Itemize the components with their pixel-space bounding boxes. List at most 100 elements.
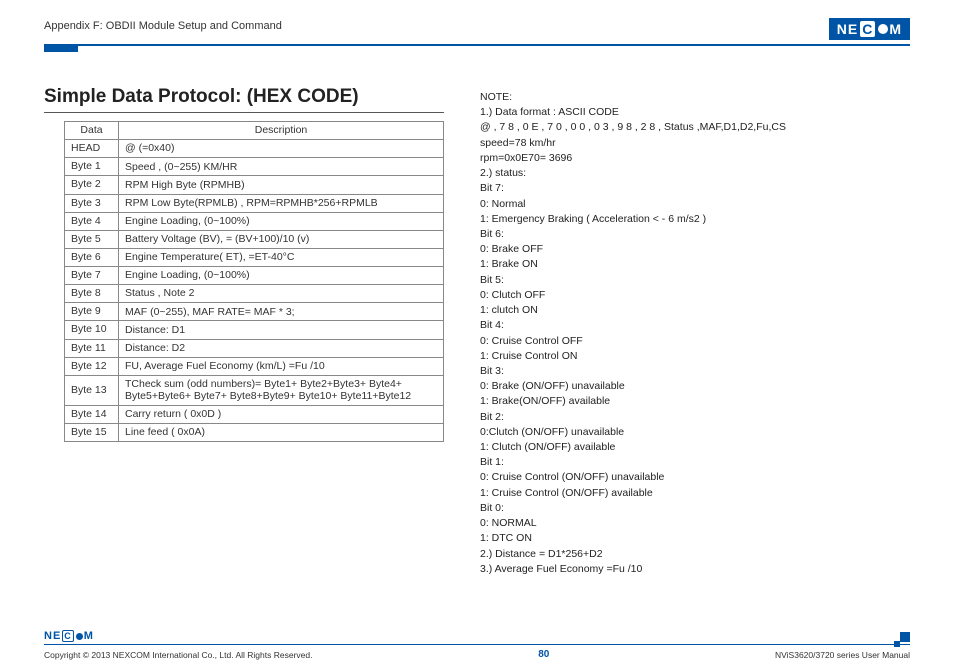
cell-desc: MAF (0~255), MAF RATE= MAF * 3; <box>119 303 444 321</box>
note-line: speed=78 km/hr <box>480 136 910 151</box>
cell-data: Byte 2 <box>65 176 119 194</box>
note-line: 2.) status: <box>480 166 910 181</box>
cell-data: Byte 14 <box>65 405 119 423</box>
table-row: Byte 15Line feed ( 0x0A) <box>65 424 444 442</box>
cell-data: Byte 6 <box>65 248 119 266</box>
cell-data: Byte 13 <box>65 375 119 405</box>
table-row: Byte 9MAF (0~255), MAF RATE= MAF * 3; <box>65 303 444 321</box>
note-line: 0: Brake OFF <box>480 242 910 257</box>
cell-data: Byte 7 <box>65 267 119 285</box>
note-line: Bit 7: <box>480 181 910 196</box>
note-line: rpm=0x0E70= 3696 <box>480 151 910 166</box>
note-line: 1: DTC ON <box>480 531 910 546</box>
note-line: 1: Clutch (ON/OFF) available <box>480 440 910 455</box>
table-row: Byte 14Carry return ( 0x0D ) <box>65 405 444 423</box>
cell-desc: TCheck sum (odd numbers)= Byte1+ Byte2+B… <box>119 375 444 405</box>
note-line: 1: Cruise Control (ON/OFF) available <box>480 486 910 501</box>
footer-logo-text-3: M <box>84 630 94 642</box>
cell-desc: Distance: D2 <box>119 339 444 357</box>
note-line: 1.) Data format : ASCII CODE <box>480 105 910 120</box>
cell-data: Byte 4 <box>65 212 119 230</box>
note-line: 0: Cruise Control OFF <box>480 334 910 349</box>
note-line: 1: Cruise Control ON <box>480 349 910 364</box>
logo-text-2: C <box>860 21 875 37</box>
cell-data: Byte 10 <box>65 321 119 339</box>
cell-desc: Status , Note 2 <box>119 285 444 303</box>
page-number: 80 <box>538 649 549 660</box>
table-row: Byte 12FU, Average Fuel Economy (km/L) =… <box>65 357 444 375</box>
cell-desc: Carry return ( 0x0D ) <box>119 405 444 423</box>
note-line: 1: Brake ON <box>480 257 910 272</box>
logo-dot-icon <box>878 24 888 34</box>
cell-desc: Battery Voltage (BV), = (BV+100)/10 (v) <box>119 230 444 248</box>
note-line: 2.) Distance = D1*256+D2 <box>480 547 910 562</box>
table-row: Byte 11Distance: D2 <box>65 339 444 357</box>
manual-name: NViS3620/3720 series User Manual <box>775 650 910 660</box>
left-column: Simple Data Protocol: (HEX CODE) Data De… <box>44 86 444 577</box>
footer-logo-text-2: C <box>62 630 74 642</box>
appendix-label: Appendix F: OBDII Module Setup and Comma… <box>44 18 282 32</box>
cell-desc: Engine Temperature( ET), =ET-40°C <box>119 248 444 266</box>
note-line: 1: Emergency Braking ( Acceleration < - … <box>480 212 910 227</box>
page-title: Simple Data Protocol: (HEX CODE) <box>44 86 444 113</box>
cell-data: Byte 3 <box>65 194 119 212</box>
logo-text-3: M <box>889 21 902 37</box>
note-line: 0: Cruise Control (ON/OFF) unavailable <box>480 470 910 485</box>
footer-square-small-icon <box>894 641 900 647</box>
footer-logo-dot-icon <box>76 633 83 640</box>
footer-rule <box>44 644 910 645</box>
note-line: @ , 7 8 , 0 E , 7 0 , 0 0 , 0 3 , 9 8 , … <box>480 120 910 135</box>
notes-column: NOTE:1.) Data format : ASCII CODE@ , 7 8… <box>480 86 910 577</box>
cell-desc: RPM Low Byte(RPMLB) , RPM=RPMHB*256+RPML… <box>119 194 444 212</box>
note-line: 1: Brake(ON/OFF) available <box>480 394 910 409</box>
footer-logo: NE C M <box>44 630 910 642</box>
table-row: Byte 6Engine Temperature( ET), =ET-40°C <box>65 248 444 266</box>
note-line: Bit 6: <box>480 227 910 242</box>
note-line: Bit 4: <box>480 318 910 333</box>
note-line: Bit 1: <box>480 455 910 470</box>
cell-data: Byte 11 <box>65 339 119 357</box>
copyright-text: Copyright © 2013 NEXCOM International Co… <box>44 650 312 660</box>
note-line: 0: Brake (ON/OFF) unavailable <box>480 379 910 394</box>
table-row: HEAD@ (=0x40) <box>65 140 444 158</box>
note-line: 0: NORMAL <box>480 516 910 531</box>
note-line: 0:Clutch (ON/OFF) unavailable <box>480 425 910 440</box>
table-row: Byte 13TCheck sum (odd numbers)= Byte1+ … <box>65 375 444 405</box>
cell-desc: @ (=0x40) <box>119 140 444 158</box>
cell-data: Byte 8 <box>65 285 119 303</box>
header-rule <box>44 44 910 46</box>
cell-desc: Speed , (0~255) KM/HR <box>119 158 444 176</box>
cell-data: Byte 9 <box>65 303 119 321</box>
cell-desc: Engine Loading, (0~100%) <box>119 212 444 230</box>
cell-data: Byte 5 <box>65 230 119 248</box>
th-desc: Description <box>119 122 444 140</box>
table-row: Byte 5Battery Voltage (BV), = (BV+100)/1… <box>65 230 444 248</box>
cell-desc: Distance: D1 <box>119 321 444 339</box>
cell-desc: RPM High Byte (RPMHB) <box>119 176 444 194</box>
page-footer: NE C M Copyright © 2013 NEXCOM Internati… <box>44 630 910 660</box>
note-line: 0: Clutch OFF <box>480 288 910 303</box>
protocol-table: Data Description HEAD@ (=0x40)Byte 1Spee… <box>64 121 444 442</box>
page-header: Appendix F: OBDII Module Setup and Comma… <box>44 18 910 44</box>
note-line: Bit 5: <box>480 273 910 288</box>
footer-square-icon <box>900 632 910 642</box>
brand-logo: NE C M <box>829 18 910 40</box>
note-line: Bit 0: <box>480 501 910 516</box>
cell-desc: Line feed ( 0x0A) <box>119 424 444 442</box>
cell-data: HEAD <box>65 140 119 158</box>
cell-data: Byte 15 <box>65 424 119 442</box>
note-line: Bit 2: <box>480 410 910 425</box>
table-row: Byte 3RPM Low Byte(RPMLB) , RPM=RPMHB*25… <box>65 194 444 212</box>
logo-text-1: NE <box>837 21 858 37</box>
footer-logo-text-1: NE <box>44 630 61 642</box>
footer-row: Copyright © 2013 NEXCOM International Co… <box>44 649 910 660</box>
table-row: Byte 7Engine Loading, (0~100%) <box>65 267 444 285</box>
content-area: Simple Data Protocol: (HEX CODE) Data De… <box>44 86 910 577</box>
header-tab <box>44 46 78 52</box>
note-line: 3.) Average Fuel Economy =Fu /10 <box>480 562 910 577</box>
table-row: Byte 1Speed , (0~255) KM/HR <box>65 158 444 176</box>
table-row: Byte 8Status , Note 2 <box>65 285 444 303</box>
cell-desc: FU, Average Fuel Economy (km/L) =Fu /10 <box>119 357 444 375</box>
table-row: Byte 2RPM High Byte (RPMHB) <box>65 176 444 194</box>
table-header-row: Data Description <box>65 122 444 140</box>
